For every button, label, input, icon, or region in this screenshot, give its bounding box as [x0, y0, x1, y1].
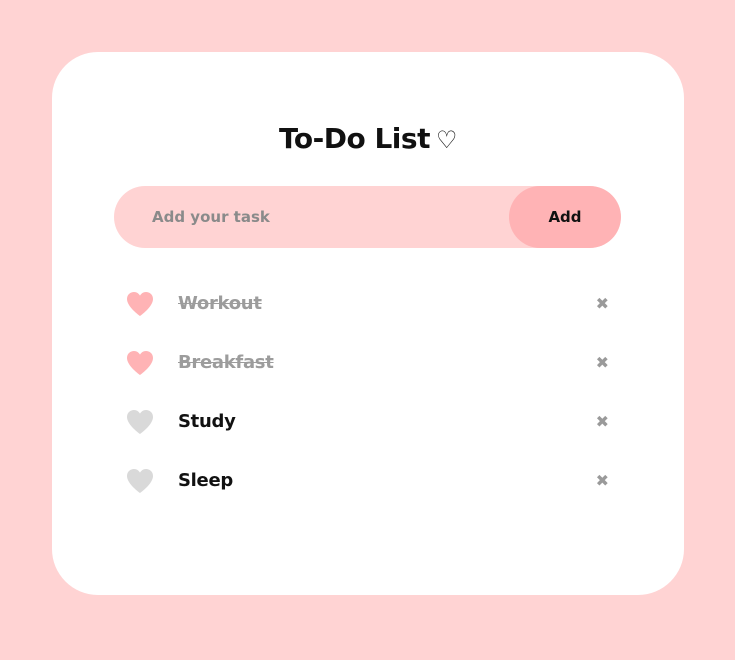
todo-card: To-Do List♡ Add Workout ✖ Breakfast ✖ St…	[52, 52, 684, 595]
close-icon[interactable]: ✖	[596, 413, 609, 430]
heart-icon[interactable]	[126, 468, 154, 494]
task-list: Workout ✖ Breakfast ✖ Study ✖ Sleep ✖	[114, 274, 621, 510]
task-item: Sleep ✖	[114, 451, 621, 510]
task-input-row: Add	[114, 186, 621, 248]
task-item: Breakfast ✖	[114, 333, 621, 392]
task-label[interactable]: Study	[178, 411, 236, 432]
title-text: To-Do List	[279, 122, 430, 155]
close-icon[interactable]: ✖	[596, 472, 609, 489]
heart-icon[interactable]	[126, 409, 154, 435]
task-input[interactable]	[114, 186, 509, 248]
close-icon[interactable]: ✖	[596, 354, 609, 371]
task-label[interactable]: Breakfast	[178, 352, 274, 373]
heart-icon[interactable]	[126, 350, 154, 376]
page-title: To-Do List ♡	[52, 122, 684, 155]
close-icon[interactable]: ✖	[596, 295, 609, 312]
task-item: Study ✖	[114, 392, 621, 451]
task-label[interactable]: Sleep	[178, 470, 233, 491]
task-item: Workout ✖	[114, 274, 621, 333]
heart-outline-icon: ♡	[435, 126, 458, 154]
add-button[interactable]: Add	[509, 186, 621, 248]
task-label[interactable]: Workout	[178, 293, 262, 314]
heart-icon[interactable]	[126, 291, 154, 317]
